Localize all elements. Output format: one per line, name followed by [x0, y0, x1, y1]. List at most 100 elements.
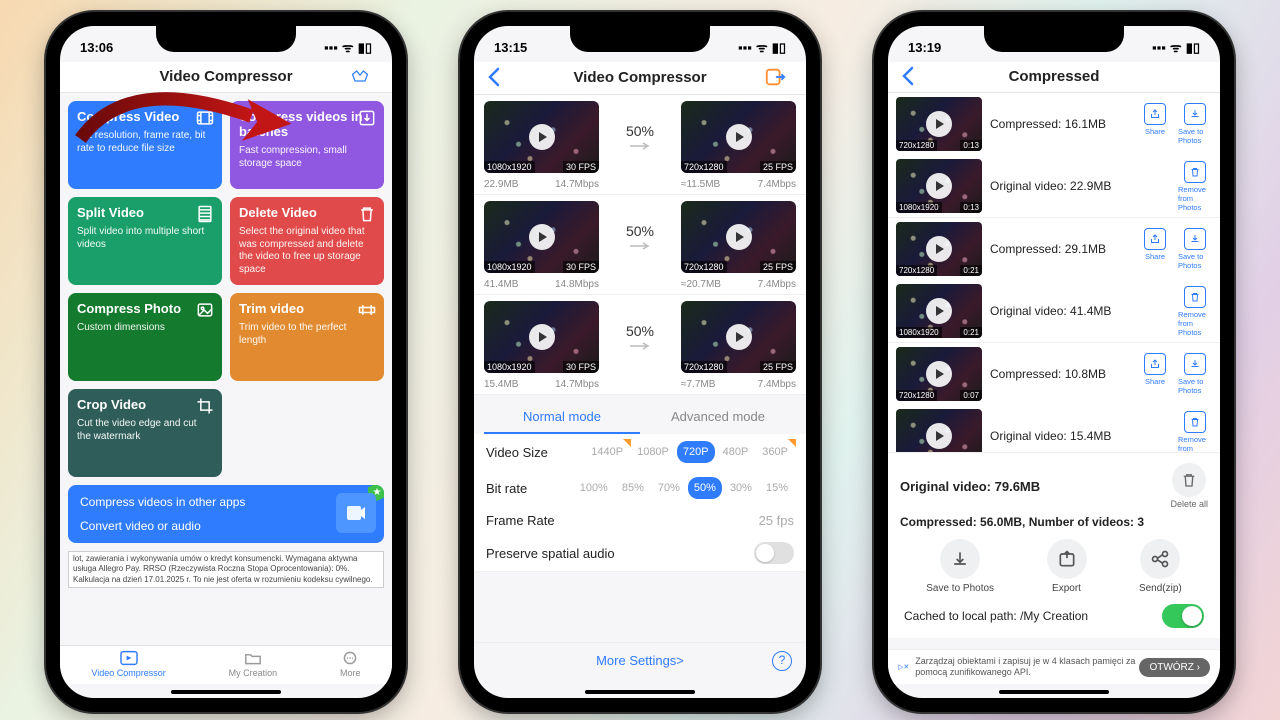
orig-text: Original video: 41.4MB: [990, 304, 1170, 318]
compression-rows: 1080x192030 FPS50%720x128025 FPS22.9MB14…: [474, 95, 806, 395]
chip-100pct[interactable]: 100%: [574, 477, 614, 499]
tile-title: Crop Video: [77, 397, 213, 412]
tile-title: Compress Video: [77, 109, 213, 124]
tab-my-creation[interactable]: My Creation: [229, 650, 278, 678]
tile-compress-video[interactable]: Compress VideoSet resolution, frame rate…: [68, 101, 222, 189]
delete-all-button[interactable]: [1172, 463, 1206, 497]
ad-cta-button[interactable]: OTWÓRZ ›: [1139, 658, 1210, 677]
chip-1440p[interactable]: 1440P: [585, 441, 629, 463]
chip-360p[interactable]: 360P: [756, 441, 794, 463]
source-thumb[interactable]: 1080x192030 FPS: [484, 101, 599, 173]
promo-image: [336, 493, 376, 533]
row-video-size: Video Size 1440P1080P720P480P360P: [474, 434, 806, 470]
row-bitrate: Bit rate 100%85%70%50%30%15%: [474, 470, 806, 506]
share-button[interactable]: Share: [1138, 228, 1172, 270]
tab-more[interactable]: More: [340, 650, 361, 678]
tab-compressor[interactable]: Video Compressor: [91, 650, 165, 678]
label-spatial-audio: Preserve spatial audio: [486, 546, 615, 561]
share-button[interactable]: Share: [1138, 103, 1172, 145]
home-indicator[interactable]: [999, 690, 1109, 694]
compress-pct: 50%: [626, 123, 654, 139]
row-framerate[interactable]: Frame Rate 25 fps: [474, 506, 806, 535]
summary-compressed: Compressed: 56.0MB, Number of videos: 3: [900, 515, 1208, 529]
ad-banner[interactable]: ▷✕ Zarządzaj obiektami i zapisuj je w 4 …: [888, 649, 1220, 684]
tile-compress-videos-in-batches[interactable]: Compress videos in batchesFast compressi…: [230, 101, 384, 189]
tile-desc: Custom dimensions: [77, 322, 213, 335]
more-settings-button[interactable]: More Settings> ?: [474, 642, 806, 678]
screen-3: 13:19 ▪▪▪ᯤ▮▯ Compressed 720x12800:13Comp…: [888, 26, 1220, 698]
chip-720p[interactable]: 720P: [677, 441, 715, 463]
tab-bar: Video Compressor My Creation More: [60, 645, 392, 684]
image-icon: [194, 299, 216, 321]
cache-toggle[interactable]: [1162, 604, 1204, 628]
tile-desc: Select the original video that was compr…: [239, 226, 375, 276]
promo-card[interactable]: ★ Compress videos in other apps Convert …: [68, 485, 384, 543]
page-title: Compressed: [930, 68, 1178, 85]
chips-video-size: 1440P1080P720P480P360P: [585, 441, 794, 463]
toggle-spatial-audio[interactable]: [754, 542, 794, 564]
source-res: 1080x1920: [484, 161, 535, 173]
home-indicator[interactable]: [171, 690, 281, 694]
video-thumb[interactable]: 1080x19200:21: [896, 284, 982, 338]
compress-pct: 50%: [626, 323, 654, 339]
tab-normal-mode[interactable]: Normal mode: [484, 401, 640, 434]
chip-15pct[interactable]: 15%: [760, 477, 794, 499]
tile-delete-video[interactable]: Delete VideoSelect the original video th…: [230, 197, 384, 285]
home-indicator[interactable]: [585, 690, 695, 694]
video-thumb[interactable]: 720x12800:21: [896, 222, 982, 276]
screen-2: 13:15 ▪▪▪ᯤ▮▯ Video Compressor 1080x19203…: [474, 26, 806, 698]
chip-85pct[interactable]: 85%: [616, 477, 650, 499]
nav-bar: Video Compressor: [60, 62, 392, 93]
premium-icon[interactable]: [350, 66, 380, 86]
help-icon[interactable]: ?: [772, 651, 792, 671]
notch: [156, 26, 296, 52]
tile-split-video[interactable]: Split VideoSplit video into multiple sho…: [68, 197, 222, 285]
chip-1080p[interactable]: 1080P: [631, 441, 675, 463]
tile-title: Split Video: [77, 205, 213, 220]
result-thumb[interactable]: 720x128025 FPS: [681, 101, 796, 173]
chip-70pct[interactable]: 70%: [652, 477, 686, 499]
save-photos-button[interactable]: Save to Photos: [1178, 228, 1212, 270]
ad-banner[interactable]: lot, zawierania i wykonywania umów o kre…: [68, 551, 384, 588]
video-thumb[interactable]: 1080x19200:13: [896, 159, 982, 213]
nav-bar: Compressed: [888, 62, 1220, 93]
save-photos-button[interactable]: Save to Photos: [1178, 353, 1212, 395]
video-thumb[interactable]: 720x12800:13: [896, 97, 982, 151]
share-button[interactable]: Share: [1138, 353, 1172, 395]
tab-advanced-mode[interactable]: Advanced mode: [640, 401, 796, 434]
export-icon[interactable]: [764, 66, 794, 88]
result-fps: 25 FPS: [760, 361, 796, 373]
source-thumb[interactable]: 1080x192030 FPS: [484, 201, 599, 273]
action-export[interactable]: Export: [1047, 539, 1087, 594]
tile-compress-photo[interactable]: Compress Photo Custom dimensions: [68, 293, 222, 381]
label-framerate: Frame Rate: [486, 513, 555, 528]
clock: 13:06: [80, 40, 113, 55]
source-thumb[interactable]: 1080x192030 FPS: [484, 301, 599, 373]
original-row: 1080x19200:13Original video: 22.9MBRemov…: [888, 155, 1220, 218]
summary-original: Original video: 79.6MB: [900, 479, 1040, 494]
chips-bitrate: 100%85%70%50%30%15%: [574, 477, 794, 499]
source-res: 1080x1920: [484, 361, 535, 373]
chip-30pct[interactable]: 30%: [724, 477, 758, 499]
tile-title: Trim video: [239, 301, 375, 316]
remove-photos-button[interactable]: Remove from Photos: [1178, 286, 1212, 337]
tile-title: Compress Photo: [77, 301, 213, 316]
remove-photos-button[interactable]: Remove from Photos: [1178, 161, 1212, 212]
compress-pct: 50%: [626, 223, 654, 239]
back-button[interactable]: [486, 67, 516, 87]
tile-desc: Cut the video edge and cut the watermark: [77, 418, 213, 443]
save-photos-button[interactable]: Save to Photos: [1178, 103, 1212, 145]
tile-trim-video[interactable]: Trim videoTrim video to the perfect leng…: [230, 293, 384, 381]
result-thumb[interactable]: 720x128025 FPS: [681, 201, 796, 273]
video-thumb[interactable]: 720x12800:07: [896, 347, 982, 401]
action-send-zip[interactable]: Send(zip): [1139, 539, 1182, 594]
chip-50pct[interactable]: 50%: [688, 477, 722, 499]
chip-480p[interactable]: 480P: [717, 441, 755, 463]
result-thumb[interactable]: 720x128025 FPS: [681, 301, 796, 373]
tile-crop-video[interactable]: Crop Video Cut the video edge and cut the…: [68, 389, 222, 477]
action-save-photos[interactable]: Save to Photos: [926, 539, 994, 594]
back-button[interactable]: [900, 66, 930, 86]
battery-icon: ▮▯: [358, 40, 372, 55]
promo-line-2: Convert video or audio: [80, 519, 372, 533]
compression-row: 1080x192030 FPS 50% 720x128025 FPS: [474, 295, 806, 379]
